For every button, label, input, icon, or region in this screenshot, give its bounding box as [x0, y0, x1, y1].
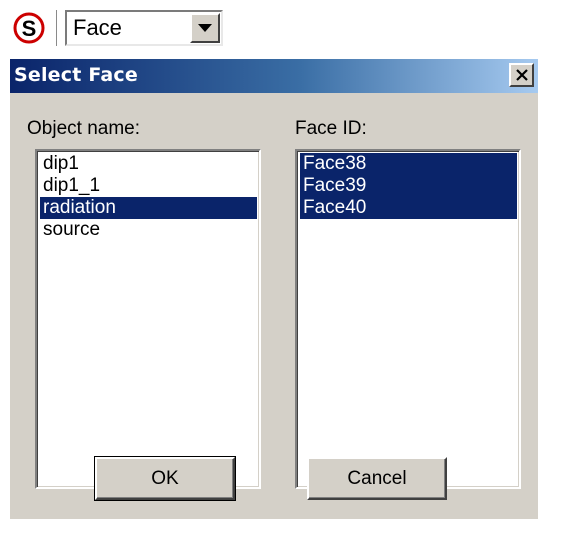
page: S Face Select Face Object name: Face ID:…: [0, 0, 573, 538]
object-name-label: Object name:: [27, 118, 140, 139]
select-face-dialog: Select Face Object name: Face ID: dip1 d…: [10, 59, 538, 519]
cancel-button[interactable]: Cancel: [307, 457, 447, 500]
s-circle-icon[interactable]: S: [10, 9, 48, 47]
list-item-face[interactable]: Face40: [300, 197, 517, 219]
ok-button[interactable]: OK: [94, 456, 236, 501]
list-item-object[interactable]: dip1_1: [40, 175, 257, 197]
dialog-titlebar[interactable]: Select Face: [10, 59, 538, 93]
list-item-object[interactable]: source: [40, 219, 257, 241]
close-button[interactable]: [509, 63, 534, 87]
svg-text:S: S: [22, 16, 37, 41]
toolbar-separator: [56, 10, 60, 46]
face-id-label: Face ID:: [295, 118, 367, 139]
toolbar: S Face: [10, 6, 223, 50]
dialog-title: Select Face: [14, 64, 138, 86]
combo-value: Face: [73, 15, 122, 40]
object-name-list[interactable]: dip1 dip1_1 radiation source: [35, 149, 261, 489]
list-item-object[interactable]: radiation: [40, 197, 257, 219]
list-item-object[interactable]: dip1: [40, 153, 257, 175]
list-item-face[interactable]: Face39: [300, 175, 517, 197]
combo-dropdown-button[interactable]: [190, 13, 220, 43]
selection-type-combo[interactable]: Face: [65, 10, 223, 46]
list-item-face[interactable]: Face38: [300, 153, 517, 175]
chevron-down-icon: [198, 24, 212, 32]
face-id-list[interactable]: Face38 Face39 Face40: [295, 149, 521, 489]
close-icon: [515, 69, 528, 81]
